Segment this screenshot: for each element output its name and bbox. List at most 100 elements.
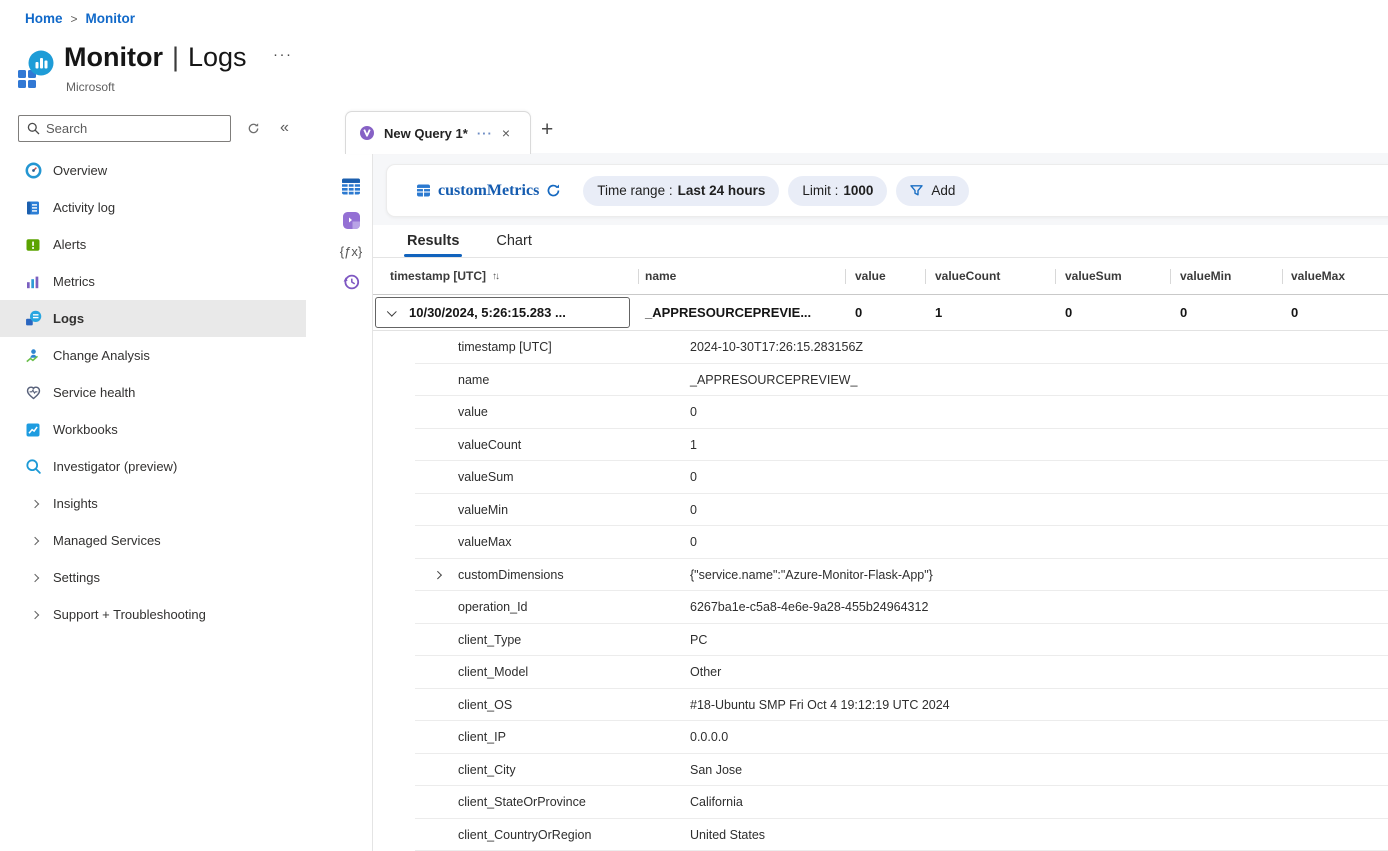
detail-key: operation_Id bbox=[373, 600, 690, 614]
detail-value: 0 bbox=[690, 470, 1388, 484]
page-title-secondary: Logs bbox=[188, 42, 247, 72]
detail-row: valueMin 0 bbox=[373, 494, 1388, 527]
detail-key: valueMin bbox=[373, 503, 690, 517]
activity-log-icon bbox=[24, 199, 42, 217]
search-box[interactable] bbox=[18, 115, 231, 142]
sidebar-item-managed-services[interactable]: Managed Services bbox=[0, 522, 306, 559]
breadcrumb: Home > Monitor bbox=[25, 11, 135, 26]
timestamp-cell[interactable]: 10/30/2024, 5:26:15.283 ... bbox=[375, 297, 630, 328]
column-header-valuecount[interactable]: valueCount bbox=[925, 258, 1055, 294]
alert-icon bbox=[24, 236, 42, 254]
chevron-down-icon[interactable] bbox=[387, 307, 397, 317]
search-input[interactable] bbox=[46, 121, 230, 136]
limit-label: Limit : bbox=[802, 183, 838, 198]
sidebar-item-alerts[interactable]: Alerts bbox=[0, 226, 306, 263]
time-range-pill[interactable]: Time range : Last 24 hours bbox=[583, 176, 779, 206]
row-timestamp: 10/30/2024, 5:26:15.283 ... bbox=[409, 305, 566, 320]
column-header-name[interactable]: name bbox=[638, 258, 845, 294]
table-selector[interactable]: customMetrics bbox=[416, 182, 561, 200]
sidebar-item-investigator[interactable]: Investigator (preview) bbox=[0, 448, 306, 485]
sidebar-item-label: Alerts bbox=[53, 237, 86, 252]
detail-value: PC bbox=[690, 633, 1388, 647]
column-header-valuesum[interactable]: valueSum bbox=[1055, 258, 1170, 294]
detail-key: client_CountryOrRegion bbox=[373, 828, 690, 842]
sidebar-item-service-health[interactable]: Service health bbox=[0, 374, 306, 411]
detail-value: 1 bbox=[690, 438, 1388, 452]
tab-close-icon[interactable]: × bbox=[502, 125, 510, 141]
detail-row: valueSum 0 bbox=[373, 461, 1388, 494]
row-value: 0 bbox=[845, 305, 925, 320]
tables-icon[interactable] bbox=[340, 176, 362, 197]
sidebar-item-metrics[interactable]: Metrics bbox=[0, 263, 306, 300]
column-header-valuemin[interactable]: valueMin bbox=[1170, 258, 1282, 294]
add-filter-pill[interactable]: Add bbox=[896, 176, 969, 206]
table-row[interactable]: 10/30/2024, 5:26:15.283 ... _APPRESOURCE… bbox=[373, 295, 1388, 331]
detail-key: valueCount bbox=[373, 438, 690, 452]
sidebar-item-support-troubleshooting[interactable]: Support + Troubleshooting bbox=[0, 596, 306, 633]
column-header-value[interactable]: value bbox=[845, 258, 925, 294]
sidebar-item-label: Support + Troubleshooting bbox=[53, 607, 206, 622]
sidebar-item-insights[interactable]: Insights bbox=[0, 485, 306, 522]
detail-key: valueSum bbox=[373, 470, 690, 484]
sidebar-item-logs[interactable]: Logs bbox=[0, 300, 306, 337]
sidebar-item-settings[interactable]: Settings bbox=[0, 559, 306, 596]
magnifier-icon bbox=[24, 458, 42, 476]
detail-row-custom-dimensions: customDimensions {"service.name":"Azure-… bbox=[373, 559, 1388, 592]
search-icon bbox=[27, 122, 40, 135]
detail-row: value 0 bbox=[373, 396, 1388, 429]
detail-key: client_City bbox=[373, 763, 690, 777]
detail-value: #18-Ubuntu SMP Fri Oct 4 19:12:19 UTC 20… bbox=[690, 698, 1388, 712]
detail-row: client_IP 0.0.0.0 bbox=[373, 721, 1388, 754]
sidebar-item-label: Service health bbox=[53, 385, 135, 400]
tab-results[interactable]: Results bbox=[405, 233, 461, 257]
sidebar-item-label: Investigator (preview) bbox=[53, 459, 177, 474]
limit-value: 1000 bbox=[843, 183, 873, 198]
tab-more-icon[interactable]: ··· bbox=[477, 126, 493, 141]
tab-new-query-1[interactable]: New Query 1* ··· × bbox=[345, 111, 531, 154]
collapse-sidebar-icon[interactable]: « bbox=[280, 119, 289, 137]
detail-row: name _APPRESOURCEPREVIEW_ bbox=[373, 364, 1388, 397]
table-header: timestamp [UTC] ↑↓ name value valueCount… bbox=[373, 258, 1388, 295]
sidebar-item-label: Workbooks bbox=[53, 422, 118, 437]
sidebar-item-activity-log[interactable]: Activity log bbox=[0, 189, 306, 226]
detail-row: client_CountryOrRegion United States bbox=[373, 819, 1388, 851]
sidebar-item-label: Settings bbox=[53, 570, 100, 585]
detail-key: customDimensions bbox=[373, 568, 690, 582]
sidebar-item-workbooks[interactable]: Workbooks bbox=[0, 411, 306, 448]
detail-value: San Jose bbox=[690, 763, 1388, 777]
filter-funnel-icon bbox=[910, 184, 923, 197]
detail-row: operation_Id 6267ba1e-c5a8-4e6e-9a28-455… bbox=[373, 591, 1388, 624]
tab-chart[interactable]: Chart bbox=[494, 233, 533, 257]
detail-row: client_Model Other bbox=[373, 656, 1388, 689]
breadcrumb-monitor-link[interactable]: Monitor bbox=[86, 11, 136, 26]
detail-value: 0.0.0.0 bbox=[690, 730, 1388, 744]
monitor-logo-icon bbox=[15, 48, 56, 95]
column-header-valuemax[interactable]: valueMax bbox=[1282, 258, 1388, 294]
expanded-row-details: timestamp [UTC] 2024-10-30T17:26:15.2831… bbox=[373, 331, 1388, 851]
row-name: _APPRESOURCEPREVIE... bbox=[638, 305, 845, 320]
detail-key: client_StateOrProvince bbox=[373, 795, 690, 809]
title-divider: | bbox=[172, 42, 179, 72]
sort-icon[interactable]: ↑↓ bbox=[492, 271, 498, 282]
detail-row: client_OS #18-Ubuntu SMP Fri Oct 4 19:12… bbox=[373, 689, 1388, 722]
sidebar-item-change-analysis[interactable]: Change Analysis bbox=[0, 337, 306, 374]
history-icon[interactable] bbox=[341, 272, 361, 292]
logs-icon bbox=[24, 310, 42, 328]
new-tab-button[interactable]: + bbox=[541, 118, 553, 142]
sidebar-nav: Overview Activity log Alerts Metrics Log… bbox=[0, 152, 306, 633]
refresh-icon[interactable] bbox=[247, 122, 260, 135]
detail-value: Other bbox=[690, 665, 1388, 679]
breadcrumb-home-link[interactable]: Home bbox=[25, 11, 63, 26]
sidebar-item-overview[interactable]: Overview bbox=[0, 152, 306, 189]
query-tool-rail: {ƒx} bbox=[333, 176, 369, 292]
functions-icon[interactable]: {ƒx} bbox=[340, 244, 362, 259]
gauge-icon bbox=[24, 162, 42, 180]
detail-row: client_City San Jose bbox=[373, 754, 1388, 787]
sidebar-item-label: Overview bbox=[53, 163, 107, 178]
queries-icon[interactable] bbox=[341, 210, 362, 231]
refresh-query-icon[interactable] bbox=[546, 183, 561, 198]
detail-row: valueCount 1 bbox=[373, 429, 1388, 462]
limit-pill[interactable]: Limit : 1000 bbox=[788, 176, 887, 206]
header-more-button[interactable]: ··· bbox=[273, 46, 293, 63]
column-header-timestamp[interactable]: timestamp [UTC] ↑↓ bbox=[373, 258, 638, 294]
